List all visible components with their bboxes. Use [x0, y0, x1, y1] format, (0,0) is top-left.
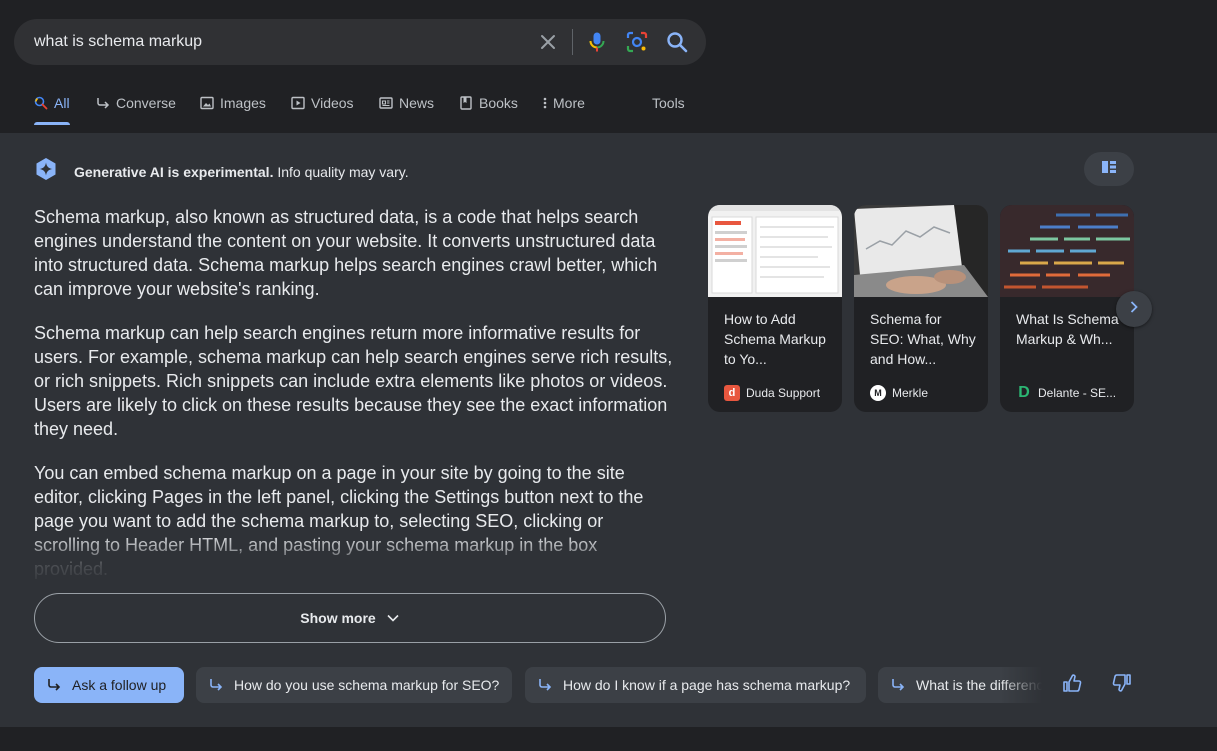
tab-label: Videos	[311, 95, 354, 111]
follow-up-chip[interactable]: How do I know if a page has schema marku…	[525, 667, 866, 703]
search-icon	[34, 96, 48, 110]
tab-converse[interactable]: Converse	[96, 84, 176, 124]
chip-fade-overlay	[1000, 667, 1042, 703]
card-source-name: Duda Support	[746, 386, 821, 400]
merkle-logo-icon: M	[870, 385, 886, 401]
card-title: Schema for SEO: What, Why and How...	[870, 311, 976, 367]
search-divider	[572, 29, 573, 55]
duda-logo-icon: d	[724, 385, 740, 401]
view-layout-icon	[1101, 159, 1117, 180]
card-thumbnail	[1000, 205, 1134, 297]
thumbs-down-icon	[1112, 673, 1132, 698]
follow-up-arrow-icon	[537, 677, 553, 693]
tab-images[interactable]: Images	[200, 84, 266, 124]
book-icon	[459, 96, 473, 110]
follow-up-arrow-icon	[96, 96, 110, 110]
search-icon[interactable]	[665, 30, 689, 54]
tab-label: News	[399, 95, 435, 111]
sparkle-icon	[34, 157, 58, 186]
ai-paragraph: Schema markup can help search engines re…	[34, 323, 673, 439]
tab-label: Images	[220, 95, 266, 111]
card-thumbnail	[854, 205, 988, 297]
ai-paragraph: Schema markup, also known as structured …	[34, 207, 658, 299]
tab-more[interactable]: More	[541, 84, 585, 124]
search-input[interactable]	[34, 19, 514, 65]
chevron-right-icon	[1127, 300, 1141, 319]
clear-icon[interactable]	[536, 30, 560, 54]
ask-follow-up-label: Ask a follow up	[72, 677, 167, 693]
card-title: How to Add Schema Markup to Yo...	[724, 311, 826, 367]
tab-label: Converse	[116, 95, 176, 111]
show-more-label: Show more	[300, 610, 376, 626]
follow-up-arrow-icon	[46, 677, 62, 693]
tab-label: More	[553, 95, 585, 111]
tab-label: All	[54, 95, 70, 111]
delante-logo-icon: D	[1018, 384, 1030, 401]
image-icon	[200, 96, 214, 110]
show-more-button[interactable]: Show more	[34, 593, 666, 643]
tab-books[interactable]: Books	[459, 84, 518, 124]
more-vert-icon	[541, 96, 549, 110]
follow-up-chip[interactable]: How do you use schema markup for SEO?	[196, 667, 512, 703]
carousel-next-button[interactable]	[1116, 291, 1152, 327]
ai-disclaimer-rest: Info quality may vary.	[273, 163, 409, 180]
tab-label: Tools	[652, 95, 685, 111]
lens-icon[interactable]	[625, 30, 649, 54]
card-source-name: Delante - SE...	[1038, 386, 1117, 400]
ai-overview-header: Generative AI is experimental. Info qual…	[34, 157, 409, 186]
tab-label: Books	[479, 95, 518, 111]
tab-videos[interactable]: Videos	[291, 84, 354, 124]
tab-all[interactable]: All	[34, 84, 70, 125]
thumbs-up-button[interactable]	[1060, 673, 1084, 697]
tab-news[interactable]: News	[379, 84, 434, 124]
ai-disclaimer-bold: Generative AI is experimental.	[74, 163, 274, 180]
video-icon	[291, 96, 305, 110]
thumbs-up-icon	[1062, 673, 1082, 698]
news-icon	[379, 96, 393, 110]
layout-toggle-button[interactable]	[1084, 152, 1134, 186]
card-source: M Merkle	[870, 385, 928, 401]
card-source-name: Merkle	[892, 386, 929, 400]
source-card[interactable]: How to Add Schema Markup to Yo... d Duda…	[708, 205, 842, 412]
card-source: d Duda Support	[724, 385, 820, 401]
follow-up-label: How do I know if a page has schema marku…	[563, 677, 851, 693]
card-title: What Is Schema Markup & Wh...	[1016, 311, 1119, 347]
ai-disclaimer: Generative AI is experimental. Info qual…	[74, 164, 409, 180]
text-fade-overlay	[0, 533, 690, 588]
source-card[interactable]: What Is Schema Markup & Wh... D Delante …	[1000, 205, 1134, 412]
follow-up-arrow-icon	[890, 677, 906, 693]
search-bar	[14, 19, 706, 65]
follow-up-arrow-icon	[208, 677, 224, 693]
chevron-down-icon	[386, 611, 400, 625]
microphone-icon[interactable]	[585, 30, 609, 54]
ask-follow-up-button[interactable]: Ask a follow up	[34, 667, 184, 703]
follow-up-label: How do you use schema markup for SEO?	[234, 677, 500, 693]
search-tabs: All Converse Images Videos News Books Mo…	[0, 84, 1217, 125]
card-thumbnail	[708, 205, 842, 297]
ai-overview-panel: Generative AI is experimental. Info qual…	[0, 133, 1217, 727]
card-source: D Delante - SE...	[1016, 384, 1117, 401]
tab-tools[interactable]: Tools	[652, 84, 685, 124]
thumbs-down-button[interactable]	[1110, 673, 1134, 697]
source-card[interactable]: Schema for SEO: What, Why and How... M M…	[854, 205, 988, 412]
